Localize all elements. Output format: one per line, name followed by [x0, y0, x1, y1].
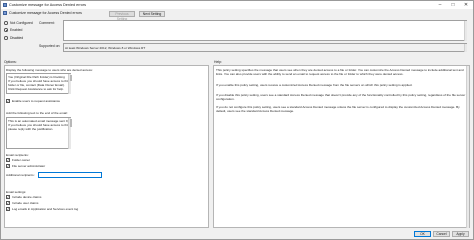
supported-field: At least Windows Server 2012, Windows 8 …	[63, 43, 467, 52]
help-paragraph-3: If you disable this policy setting, user…	[216, 93, 466, 101]
file-server-admin-label: File server administrator	[12, 164, 46, 168]
close-icon[interactable]: ✕	[460, 1, 472, 9]
display-message-label: Display the following message to users w…	[6, 68, 93, 72]
comment-field[interactable]	[63, 20, 467, 41]
policy-setting-icon	[3, 11, 7, 15]
enable-assistance-label: Enable users to request assistance	[12, 99, 61, 103]
include-device-claims-label: Include device claims	[12, 195, 42, 199]
file-server-admin-checkbox[interactable]: ✓	[6, 164, 10, 168]
options-heading: Options:	[4, 60, 17, 64]
add-text-line-1: This is an automated email message sent …	[8, 118, 68, 123]
window-title: Customize message for Access Denied erro…	[9, 3, 87, 7]
cancel-button[interactable]: Cancel	[433, 231, 450, 237]
comment-label: Comment:	[39, 21, 55, 25]
folder-owner-label: Folder owner	[12, 158, 31, 162]
policy-icon	[3, 3, 7, 7]
supported-label: Supported on:	[39, 44, 61, 48]
ok-button[interactable]: OK	[414, 231, 431, 237]
previous-setting-button[interactable]: Previous Setting	[109, 11, 135, 21]
display-message-line-1: You (Original File Path Folder) is block…	[8, 74, 65, 79]
supported-scrollbar[interactable]	[464, 43, 467, 52]
display-message-scrollbar[interactable]	[68, 73, 72, 94]
supported-value: At least Windows Server 2012, Windows 8 …	[65, 45, 146, 50]
add-text-text: This is an automated email message sent …	[8, 119, 68, 131]
apply-button[interactable]: Apply	[452, 231, 469, 237]
disabled-label: Disabled	[10, 36, 24, 40]
add-text-label: Add the following text to the end of the…	[6, 111, 68, 115]
help-heading: Help:	[214, 60, 222, 64]
not-configured-label: Not Configured	[10, 21, 33, 25]
additional-recipients-input[interactable]	[38, 172, 102, 178]
enable-assistance-checkbox[interactable]: ✓	[6, 99, 10, 103]
display-message-line-3: If you believe you should have access to…	[8, 78, 68, 83]
include-device-claims-checkbox[interactable]: ✓	[6, 195, 10, 199]
log-emails-label: Log emails in Application and Services e…	[12, 207, 79, 211]
additional-recipients-label: Additional recipients:	[6, 173, 35, 177]
enabled-radio[interactable]	[4, 28, 8, 32]
display-message-field[interactable]: You (Original File Path Folder) is block…	[6, 73, 71, 94]
add-text-line-3: please reply with the justification.	[8, 126, 54, 131]
help-paragraph-1: This policy setting specifies the messag…	[216, 68, 464, 76]
log-emails-checkbox[interactable]: ✓	[6, 207, 10, 211]
title-bar: Customize message for Access Denied erro…	[1, 1, 473, 9]
policy-name: Customize message for Access Denied erro…	[9, 11, 82, 15]
display-message-line-5: Click Request Assistance to ask for help…	[8, 86, 64, 91]
next-setting-button[interactable]: Next Setting	[139, 11, 165, 17]
include-user-claims-checkbox[interactable]: ✓	[6, 201, 10, 205]
display-message-line-4: folder or file, contact (Data Owner Emai…	[8, 82, 65, 87]
maximize-icon[interactable]: □	[447, 1, 459, 9]
include-user-claims-label: Include user claims	[12, 201, 39, 205]
email-recipients-heading: Email recipients:	[6, 153, 29, 157]
minimize-icon[interactable]: –	[434, 1, 446, 9]
help-paragraph-4: If you do not configure this policy sett…	[216, 105, 460, 113]
folder-owner-checkbox[interactable]: ✓	[6, 158, 10, 162]
scroll-thumb[interactable]	[69, 118, 72, 127]
add-text-scrollbar[interactable]	[68, 117, 72, 149]
email-settings-heading: Email settings:	[6, 190, 27, 194]
add-text-field[interactable]: This is an automated email message sent …	[6, 117, 71, 149]
display-message-text: You (Original File Path Folder) is block…	[8, 75, 68, 91]
scroll-thumb[interactable]	[69, 74, 72, 81]
policy-dialog: Customize message for Access Denied erro…	[0, 0, 474, 240]
not-configured-radio[interactable]	[4, 21, 8, 25]
help-scrollbar[interactable]	[466, 65, 469, 228]
comment-scrollbar[interactable]	[464, 20, 467, 41]
help-panel	[213, 65, 470, 228]
disabled-radio[interactable]	[4, 36, 8, 40]
enabled-label: Enabled	[10, 28, 23, 32]
help-paragraph-2: If you enable this policy setting, users…	[216, 83, 413, 87]
add-text-line-2: If you believe you should have access to…	[8, 122, 68, 127]
